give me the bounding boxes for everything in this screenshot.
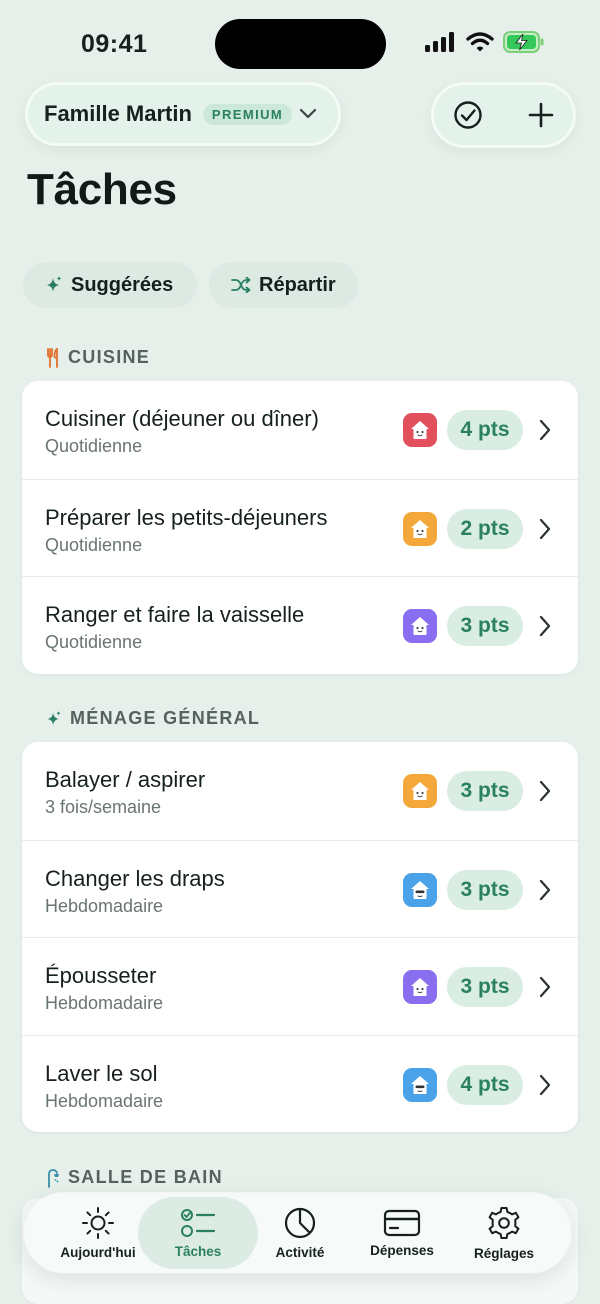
chevron-right-icon bbox=[539, 780, 551, 802]
wifi-icon bbox=[466, 32, 494, 52]
task-name: Cuisiner (déjeuner ou dîner) bbox=[45, 406, 319, 431]
chevron-right-icon bbox=[539, 879, 551, 900]
points-badge: 3 pts bbox=[447, 771, 523, 811]
task-row[interactable]: Ranger et faire la vaisselle Quotidienne… bbox=[22, 576, 578, 674]
pie-chart-icon bbox=[284, 1207, 316, 1239]
task-row[interactable]: Changer les draps Hebdomadaire 3 pts bbox=[22, 839, 578, 938]
dynamic-island bbox=[215, 19, 386, 69]
tab-bar: Aujourd'hui Tâches Activité Dépenses Rég… bbox=[24, 1193, 571, 1273]
section-header-cuisine: CUISINE bbox=[46, 347, 150, 368]
section-header-salle-de-bain: SALLE DE BAIN bbox=[46, 1167, 223, 1188]
header-actions bbox=[434, 85, 573, 145]
sparkle-icon bbox=[47, 710, 61, 725]
tab-label: Activité bbox=[275, 1245, 325, 1260]
premium-badge: PREMIUM bbox=[202, 103, 293, 125]
points-badge: 3 pts bbox=[447, 606, 523, 646]
house-avatar-icon bbox=[403, 413, 437, 447]
house-avatar-icon bbox=[403, 609, 437, 643]
shower-icon bbox=[48, 1168, 59, 1188]
chevron-down-icon bbox=[300, 108, 317, 119]
status-bar: 09:41 bbox=[0, 0, 600, 90]
task-name: Laver le sol bbox=[45, 1060, 158, 1086]
house-face-icon bbox=[411, 617, 429, 635]
sparkle-icon bbox=[47, 276, 62, 292]
page-title: Tâches bbox=[27, 165, 177, 214]
chevron-right-icon bbox=[539, 615, 551, 637]
status-icons bbox=[425, 31, 545, 53]
task-row[interactable]: Épousseter Hebdomadaire 3 pts bbox=[22, 937, 578, 1035]
task-name: Préparer les petits-déjeuners bbox=[45, 504, 328, 530]
cellular-signal-icon bbox=[425, 32, 454, 52]
tab-label: Réglages bbox=[473, 1246, 535, 1261]
shuffle-icon bbox=[231, 277, 251, 293]
house-avatar-icon bbox=[403, 970, 437, 1004]
task-list-cuisine: Cuisiner (déjeuner ou dîner) Quotidienne… bbox=[22, 381, 578, 674]
house-avatar-icon bbox=[403, 511, 437, 546]
task-name: Ranger et faire la vaisselle bbox=[45, 602, 305, 627]
credit-card-icon bbox=[383, 1209, 421, 1237]
section-title: MÉNAGE GÉNÉRAL bbox=[70, 708, 261, 728]
check-circle-icon bbox=[454, 101, 482, 129]
fork-knife-icon bbox=[47, 347, 58, 368]
plus-icon bbox=[528, 102, 554, 128]
household-name: Famille Martin bbox=[44, 101, 192, 126]
suggested-chip[interactable]: Suggérées bbox=[23, 262, 197, 308]
distribute-chip[interactable]: Répartir bbox=[209, 262, 358, 308]
section-title: CUISINE bbox=[68, 347, 151, 367]
task-frequency: Hebdomadaire bbox=[45, 1090, 164, 1111]
tab-label: Tâches bbox=[174, 1244, 222, 1259]
task-name: Épousseter bbox=[45, 963, 157, 988]
chevron-right-icon bbox=[539, 976, 551, 998]
chevron-right-icon bbox=[539, 518, 551, 539]
points-badge: 3 pts bbox=[447, 869, 523, 910]
house-avatar-icon bbox=[403, 1067, 437, 1102]
points-badge: 3 pts bbox=[447, 967, 523, 1007]
task-name: Changer les draps bbox=[45, 865, 225, 891]
task-row[interactable]: Laver le sol Hebdomadaire 4 pts bbox=[22, 1034, 578, 1133]
chip-label: Répartir bbox=[259, 273, 336, 296]
task-frequency: 3 fois/semaine bbox=[45, 797, 162, 817]
house-face-icon bbox=[411, 421, 429, 439]
house-face-icon bbox=[411, 782, 429, 800]
task-frequency: Hebdomadaire bbox=[45, 895, 164, 916]
tab-label: Dépenses bbox=[370, 1243, 434, 1258]
points-badge: 2 pts bbox=[447, 508, 523, 549]
tab-settings[interactable]: Réglages bbox=[444, 1197, 564, 1269]
chevron-right-icon bbox=[539, 419, 551, 441]
task-frequency: Hebdomadaire bbox=[45, 993, 164, 1013]
checklist-icon bbox=[181, 1209, 216, 1237]
battery-charging-icon bbox=[503, 31, 544, 53]
house-face-icon bbox=[411, 519, 429, 538]
task-row[interactable]: Cuisiner (déjeuner ou dîner) Quotidienne… bbox=[22, 381, 578, 479]
chevron-right-icon bbox=[539, 1074, 551, 1095]
house-avatar-icon bbox=[403, 872, 437, 907]
household-switcher[interactable]: Famille Martin PREMIUM bbox=[28, 85, 338, 143]
task-frequency: Quotidienne bbox=[45, 534, 143, 555]
task-frequency: Quotidienne bbox=[45, 632, 143, 652]
house-avatar-icon bbox=[403, 774, 437, 808]
task-name: Balayer / aspirer bbox=[45, 767, 206, 792]
status-time: 09:41 bbox=[81, 30, 148, 58]
points-badge: 4 pts bbox=[447, 1064, 523, 1105]
sun-icon bbox=[82, 1207, 114, 1239]
house-face-icon bbox=[411, 978, 429, 996]
complete-button[interactable] bbox=[452, 99, 484, 131]
tab-label: Aujourd'hui bbox=[60, 1245, 136, 1260]
gear-icon bbox=[488, 1207, 520, 1239]
task-row[interactable]: Balayer / aspirer 3 fois/semaine 3 pts bbox=[22, 742, 578, 840]
house-face-icon bbox=[411, 1075, 429, 1094]
task-list-menage: Balayer / aspirer 3 fois/semaine 3 pts C… bbox=[22, 742, 578, 1132]
task-frequency: Quotidienne bbox=[45, 436, 143, 456]
task-row[interactable]: Préparer les petits-déjeuners Quotidienn… bbox=[22, 478, 578, 577]
points-badge: 4 pts bbox=[447, 410, 523, 450]
house-face-icon bbox=[411, 880, 429, 899]
add-task-button[interactable] bbox=[525, 99, 557, 131]
section-header-menage: MÉNAGE GÉNÉRAL bbox=[46, 708, 260, 729]
chip-label: Suggérées bbox=[71, 273, 174, 296]
section-title: SALLE DE BAIN bbox=[68, 1167, 223, 1187]
